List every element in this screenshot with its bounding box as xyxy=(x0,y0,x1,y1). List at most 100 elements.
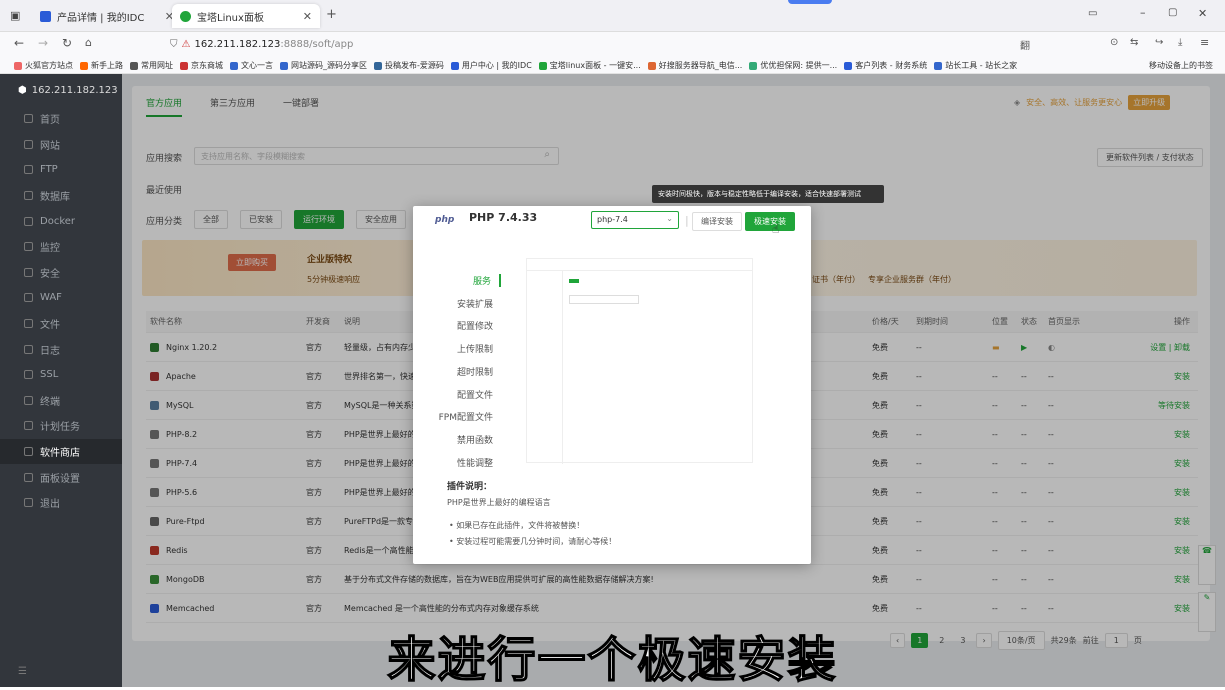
tab-list-icon[interactable]: ▣ xyxy=(10,9,20,22)
bookmark-label: 优优担保网: 提供一... xyxy=(760,61,838,70)
tab-title: 产品详情 | 我的IDC xyxy=(57,12,145,24)
minimize-icon[interactable]: – xyxy=(1140,6,1146,19)
bookmark-label: 文心一言 xyxy=(241,61,273,70)
bookmark-item[interactable]: 新手上路 xyxy=(80,60,123,71)
bookmark-label: 客户列表 - 财务系统 xyxy=(855,61,928,70)
bookmark-label: 京东商城 xyxy=(191,61,223,70)
note-2: • 安装过程可能需要几分钟时间，请耐心等候！ xyxy=(449,537,617,546)
menu-icon[interactable]: ≡ xyxy=(1200,36,1209,49)
dialog-nav-item[interactable]: 超时限制 xyxy=(413,365,501,378)
close-window-icon[interactable]: ✕ xyxy=(1198,7,1207,20)
sidebar-item[interactable]: 面板设置 xyxy=(0,464,122,490)
sidebar-item-label: 终端 xyxy=(40,396,60,408)
sidebar-item[interactable]: 安全 xyxy=(0,260,122,286)
sidebar-item-icon xyxy=(24,344,33,354)
sidebar-item[interactable]: 软件商店 xyxy=(0,438,122,465)
new-tab-icon[interactable]: + xyxy=(326,7,337,22)
account-icon[interactable]: ⇆ xyxy=(1130,37,1138,48)
bookmarks-bar: 火狐官方站点 新手上路 常用网址 京东商城 文心一言 网站源码_源码分享区 投稿发布-爱源码… xyxy=(0,56,1225,74)
bookmark-favicon-icon xyxy=(450,61,459,70)
note-text: 如果已存在此插件，文件将被替换！ xyxy=(456,521,585,530)
bookmark-item[interactable]: 文心一言 xyxy=(230,60,273,71)
sidebar-item[interactable]: 计划任务 xyxy=(0,413,122,439)
bookmark-item[interactable]: 优优担保网: 提供一... xyxy=(749,60,837,71)
note-text: 安装过程可能需要几分钟时间，请耐心等候！ xyxy=(456,537,617,546)
server-ip: 162.211.182.123 xyxy=(31,84,118,96)
sidebar-item[interactable]: WAF xyxy=(0,285,122,311)
bookmark-item[interactable]: 火狐官方站点 xyxy=(14,60,73,71)
compile-install-button[interactable]: 编译安装 xyxy=(692,212,742,231)
back-icon[interactable]: ← xyxy=(14,36,24,50)
reload-icon[interactable]: ↻ xyxy=(62,36,72,50)
sidebar-item[interactable]: 退出 xyxy=(0,490,122,516)
version-select[interactable]: php-7.4 ⌄ xyxy=(591,211,679,229)
dialog-nav-item[interactable]: 服务 xyxy=(413,274,501,287)
sidebar-item[interactable]: 监控 xyxy=(0,234,122,260)
dialog-nav-item[interactable]: FPM配置文件 xyxy=(413,410,501,423)
bookmark-item[interactable]: 用户中心 | 我的IDC xyxy=(450,60,532,71)
version-value: php-7.4 xyxy=(597,215,628,224)
sidebar-item[interactable]: Docker xyxy=(0,208,122,234)
dialog-nav-item[interactable]: 配置文件 xyxy=(413,388,501,401)
bookmark-item[interactable]: 京东商城 xyxy=(180,60,223,71)
sidebar-item[interactable]: 文件 xyxy=(0,311,122,337)
bookmark-label: 用户中心 | 我的IDC xyxy=(461,61,532,70)
sidebar-item[interactable]: 终端 xyxy=(0,388,122,414)
sidebar-item-label: 计划任务 xyxy=(40,422,80,434)
browser-tab-strip: ▣ 产品详情 | 我的IDC ✕ 宝塔Linux面板 ✕ + ▭ – ▢ ✕ xyxy=(0,0,1225,32)
bookmark-item[interactable]: 客户列表 - 财务系统 xyxy=(844,60,927,71)
bookmark-item[interactable]: 网站源码_源码分享区 xyxy=(280,60,367,71)
tab-overview-icon[interactable]: ▭ xyxy=(1088,8,1097,19)
tab-bt-panel[interactable]: 宝塔Linux面板 ✕ xyxy=(172,4,320,28)
sidebar-item-label: 文件 xyxy=(40,320,60,332)
cursor-icon: ☝ xyxy=(772,222,780,236)
sidebar-item-icon xyxy=(24,421,33,431)
downloads-icon[interactable]: ⤓ xyxy=(1178,37,1182,48)
bookmark-item[interactable]: 投稿发布-爱源码 xyxy=(374,60,444,71)
navigation-bar: ← → ↻ ⌂ ⛉ ⚠ 162.211.182.123:8888/soft/ap… xyxy=(0,32,1225,56)
bookmark-label: 站长工具 - 站长之家 xyxy=(945,61,1018,70)
bookmark-label: 新手上路 xyxy=(91,61,123,70)
mobile-bookmarks[interactable]: 移动设备上的书签 xyxy=(1149,60,1213,71)
dialog-nav-item[interactable]: 性能调整 xyxy=(413,456,501,469)
sidebar-item[interactable]: 网站 xyxy=(0,132,122,158)
tab-idc[interactable]: 产品详情 | 我的IDC ✕ xyxy=(32,4,182,28)
chevron-down-icon: ⌄ xyxy=(666,214,673,223)
dialog-nav-item[interactable]: 安装扩展 xyxy=(413,297,501,310)
home-icon[interactable]: ⌂ xyxy=(85,36,92,49)
bookmark-item[interactable]: 好搜服务器导航_电信... xyxy=(647,60,742,71)
bookmark-favicon-icon xyxy=(130,61,138,70)
bookmark-favicon-icon xyxy=(844,61,853,70)
dialog-title: PHP 7.4.33 xyxy=(469,211,538,224)
bookmark-item[interactable]: 宝塔linux面板 - 一键安... xyxy=(538,60,641,71)
service-preview xyxy=(526,258,753,464)
extensions-icon[interactable]: ⊙ xyxy=(1110,37,1118,48)
sidebar-item[interactable]: 首页 xyxy=(0,106,122,132)
sidebar-item[interactable]: SSL xyxy=(0,362,122,388)
sidebar-item-icon xyxy=(24,293,33,303)
sidebar-item-label: 监控 xyxy=(40,243,60,255)
bookmark-item[interactable]: 常用网址 xyxy=(130,60,173,71)
bookmark-label: 宝塔linux面板 - 一键安... xyxy=(549,61,641,70)
close-icon[interactable]: ✕ xyxy=(303,10,312,23)
sidebar: ⬢ 162.211.182.123 1 首页网站 FTP 数据库 Docker 监控安全… xyxy=(0,74,134,687)
preview-nav xyxy=(527,271,563,464)
notes-title: 插件说明： xyxy=(447,482,493,492)
sidebar-item[interactable]: 数据库 xyxy=(0,183,122,209)
translate-icon[interactable]: 翻 xyxy=(1020,37,1030,52)
sidebar-item-icon xyxy=(24,498,33,508)
sidebar-item-label: 首页 xyxy=(40,115,60,127)
preview-header xyxy=(527,259,752,271)
url-bar[interactable]: ⛉ ⚠ 162.211.182.123:8888/soft/app xyxy=(170,35,1050,53)
sidebar-item[interactable]: 日志 xyxy=(0,336,122,362)
restore-icon[interactable]: ▢ xyxy=(1168,7,1177,18)
share-icon[interactable]: ↪ xyxy=(1155,37,1163,48)
sidebar-item-icon xyxy=(24,165,33,175)
dialog-nav-item[interactable]: 上传限制 xyxy=(413,342,501,355)
dialog-nav-item[interactable]: 配置修改 xyxy=(413,319,501,332)
dialog-nav-item[interactable]: 禁用函数 xyxy=(413,433,501,446)
bookmark-item[interactable]: 站长工具 - 站长之家 xyxy=(934,60,1017,71)
sidebar-item[interactable]: FTP xyxy=(0,157,122,183)
fast-install-button[interactable]: 极速安装 xyxy=(745,212,795,231)
forward-icon[interactable]: → xyxy=(38,36,48,50)
